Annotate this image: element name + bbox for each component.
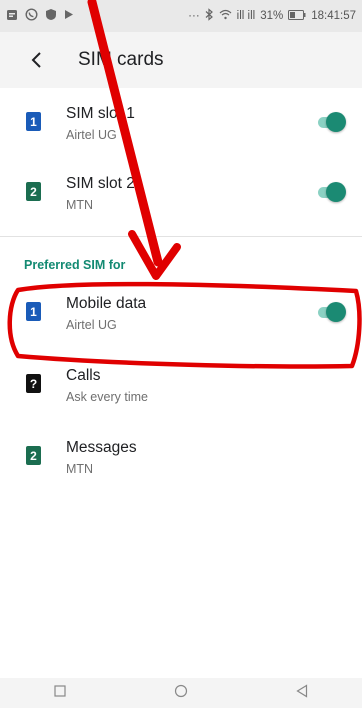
page-title: SIM cards (78, 49, 164, 70)
wifi-icon (219, 9, 232, 23)
sim-slot-1-title: SIM slot 1 (66, 105, 135, 122)
recents-icon (54, 685, 66, 697)
sim-2-badge-icon: 2 (26, 446, 41, 465)
home-icon (174, 684, 188, 697)
toggle-thumb (326, 302, 346, 322)
calls-row[interactable]: ? Calls Ask every time (0, 350, 362, 418)
battery-percent: 31% (260, 10, 284, 22)
sim-2-badge-icon: 2 (26, 182, 41, 201)
home-button[interactable] (174, 684, 188, 703)
sim-slot-2-toggle[interactable] (314, 182, 346, 202)
app-bar: SIM cards (0, 32, 362, 88)
signal-strength: ill ill (236, 10, 256, 22)
navigation-bar (0, 678, 362, 708)
preferred-sim-header: Preferred SIM for (24, 258, 126, 272)
mobile-data-toggle[interactable] (314, 302, 346, 322)
settings-list: 1 SIM slot 1 Airtel UG 2 SIM slot 2 MTN … (0, 88, 362, 678)
status-bar: ··· ill ill 31% 18:41:57 (0, 0, 362, 32)
sim-slot-2-row[interactable]: 2 SIM slot 2 MTN (0, 158, 362, 226)
mobile-data-title: Mobile data (66, 295, 147, 312)
sim-slot-1-row[interactable]: 1 SIM slot 1 Airtel UG (0, 88, 362, 156)
mobile-data-row[interactable]: 1 Mobile data Airtel UG (0, 278, 362, 346)
toggle-thumb (326, 112, 346, 132)
play-icon (64, 9, 74, 23)
whatsapp-icon (25, 8, 38, 24)
battery-icon (288, 9, 306, 23)
sim-slot-1-toggle[interactable] (314, 112, 346, 132)
back-nav-button[interactable] (296, 683, 308, 703)
sim-slot-2-title: SIM slot 2 (66, 175, 135, 192)
messages-title: Messages (66, 439, 137, 456)
clock: 18:41:57 (311, 10, 356, 22)
calls-title: Calls (66, 367, 101, 384)
sim-1-badge-icon: 1 (26, 112, 41, 131)
back-triangle-icon (296, 683, 308, 698)
recents-button[interactable] (54, 684, 66, 702)
ask-every-time-badge-icon: ? (26, 374, 41, 393)
sim-slot-1-subtitle: Airtel UG (66, 128, 117, 142)
more-notifications-icon: ··· (188, 10, 200, 22)
notification-icon (6, 9, 18, 24)
toggle-thumb (326, 182, 346, 202)
mobile-data-subtitle: Airtel UG (66, 318, 117, 332)
sim-slot-2-subtitle: MTN (66, 198, 94, 212)
back-arrow-icon (31, 52, 41, 68)
sim-1-badge-icon: 1 (26, 302, 41, 321)
shield-icon (45, 8, 57, 24)
messages-row[interactable]: 2 Messages MTN (0, 422, 362, 490)
section-divider (0, 236, 362, 237)
bluetooth-icon (205, 8, 214, 24)
messages-subtitle: MTN (66, 462, 94, 476)
back-button[interactable] (24, 48, 48, 72)
calls-subtitle: Ask every time (66, 390, 148, 404)
